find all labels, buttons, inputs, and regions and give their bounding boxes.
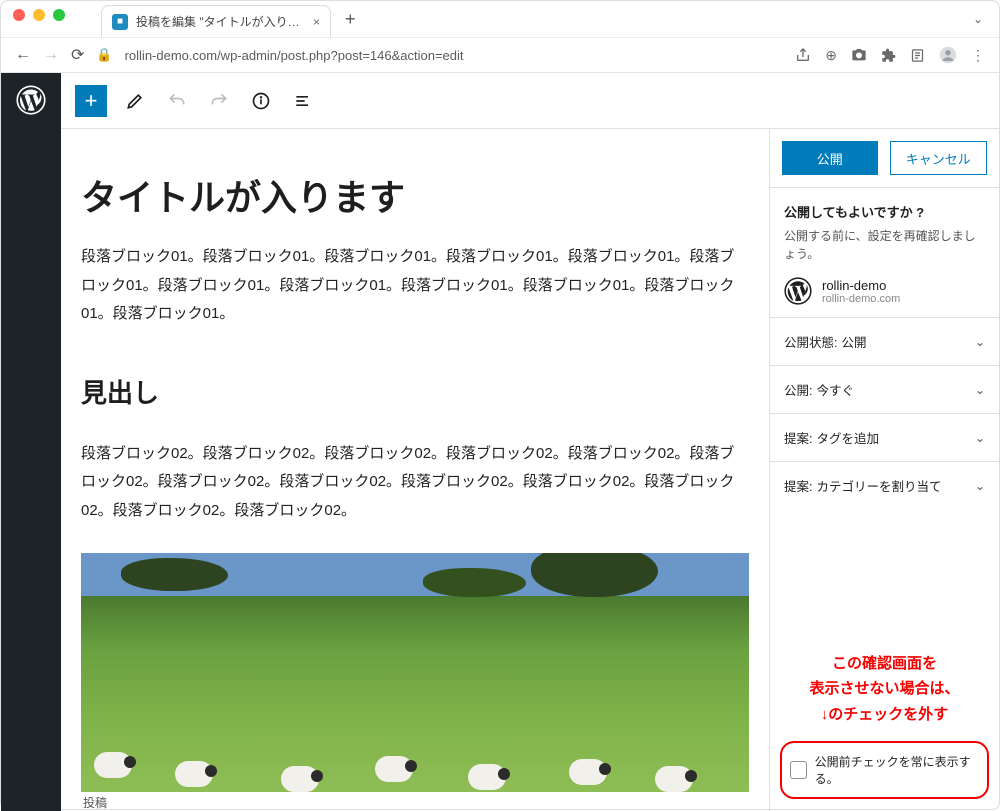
close-window-button[interactable] — [13, 9, 25, 21]
tab-title: 投稿を編集 "タイトルが入ります" — [136, 13, 305, 30]
site-wordpress-icon — [784, 277, 812, 305]
panel-row-categories[interactable]: 提案: カテゴリーを割り当て ⌄ — [770, 461, 999, 509]
publish-panel: 公開 キャンセル 公開してもよいですか ? 公開する前に、設定を再確認しましょう… — [769, 129, 999, 811]
panel-row-visibility[interactable]: 公開状態: 公開 ⌄ — [770, 317, 999, 365]
wordpress-logo-icon — [16, 85, 46, 115]
browser-tabbar: ■ 投稿を編集 "タイトルが入ります" × + ⌄ — [1, 1, 999, 37]
site-row: rollin-demo rollin-demo.com — [784, 277, 985, 305]
breadcrumb-footer[interactable]: 投稿 — [81, 792, 749, 811]
chevron-down-icon: ⌄ — [975, 335, 985, 349]
always-show-checkbox[interactable] — [790, 761, 807, 779]
chevron-down-icon: ⌄ — [975, 479, 985, 493]
toolbar-right: ⊕ ⋮ — [795, 46, 985, 64]
undo-button[interactable] — [163, 87, 191, 115]
tabs-menu-chevron-icon[interactable]: ⌄ — [973, 12, 991, 26]
nav-back-button[interactable]: ← — [15, 46, 31, 64]
always-show-checkbox-label: 公開前チェックを常に表示する。 — [815, 753, 979, 787]
add-bookmark-plus-icon[interactable]: ⊕ — [825, 46, 837, 64]
annotation-text: この確認画面を 表示させない場合は、 ↓のチェックを外す — [770, 651, 999, 728]
publish-question: 公開してもよいですか ? — [784, 202, 985, 221]
site-url: rollin-demo.com — [822, 293, 900, 305]
site-name: rollin-demo — [822, 278, 900, 293]
panel-row-schedule[interactable]: 公開: 今すぐ ⌄ — [770, 365, 999, 413]
always-show-check-row: 公開前チェックを常に表示する。 — [780, 741, 989, 799]
panel-row-tags[interactable]: 提案: タグを追加 ⌄ — [770, 413, 999, 461]
profile-avatar-icon[interactable] — [939, 46, 957, 64]
paragraph-block-1[interactable]: 段落ブロック01。段落ブロック01。段落ブロック01。段落ブロック01。段落ブロ… — [81, 243, 749, 329]
camera-icon[interactable] — [851, 46, 867, 64]
outline-icon[interactable] — [289, 87, 317, 115]
nav-reload-button[interactable]: ⟳ — [71, 45, 84, 65]
maximize-window-button[interactable] — [53, 9, 65, 21]
extensions-icon[interactable] — [881, 46, 896, 64]
cancel-button[interactable]: キャンセル — [890, 141, 988, 175]
redo-button[interactable] — [205, 87, 233, 115]
post-title[interactable]: タイトルが入ります — [81, 169, 749, 221]
publish-panel-header: 公開 キャンセル — [770, 129, 999, 188]
reading-list-icon[interactable] — [910, 46, 925, 64]
heading-block[interactable]: 見出し — [81, 373, 749, 410]
app-content: + タイトルが入ります 段落ブロック01。段落ブロック01。段落ブロック01。段… — [1, 73, 999, 811]
nav-forward-button[interactable]: → — [43, 46, 59, 64]
editor-main: タイトルが入ります 段落ブロック01。段落ブロック01。段落ブロック01。段落ブ… — [61, 129, 999, 811]
url-field[interactable]: rollin-demo.com/wp-admin/post.php?post=1… — [125, 48, 784, 63]
wp-admin-rail[interactable] — [1, 73, 61, 811]
edit-mode-icon[interactable] — [121, 87, 149, 115]
publish-panel-body: 公開してもよいですか ? 公開する前に、設定を再確認しましょう。 rollin-… — [770, 188, 999, 317]
minimize-window-button[interactable] — [33, 9, 45, 21]
add-block-button[interactable]: + — [75, 85, 107, 117]
browser-tab[interactable]: ■ 投稿を編集 "タイトルが入ります" × — [101, 5, 331, 37]
lock-icon: 🔒 — [96, 47, 112, 63]
close-tab-icon[interactable]: × — [313, 15, 320, 29]
paragraph-block-2[interactable]: 段落ブロック02。段落ブロック02。段落ブロック02。段落ブロック02。段落ブロ… — [81, 440, 749, 526]
publish-hint: 公開する前に、設定を再確認しましょう。 — [784, 227, 985, 263]
publish-button[interactable]: 公開 — [782, 141, 878, 175]
chevron-down-icon: ⌄ — [975, 431, 985, 445]
editor-wrap: + タイトルが入ります 段落ブロック01。段落ブロック01。段落ブロック01。段… — [61, 73, 999, 811]
traffic-lights — [13, 9, 65, 21]
info-icon[interactable] — [247, 87, 275, 115]
browser-address-bar: ← → ⟳ 🔒 rollin-demo.com/wp-admin/post.ph… — [1, 37, 999, 73]
editor-canvas[interactable]: タイトルが入ります 段落ブロック01。段落ブロック01。段落ブロック01。段落ブ… — [61, 129, 769, 811]
kebab-menu-icon[interactable]: ⋮ — [971, 46, 985, 64]
new-tab-button[interactable]: + — [345, 9, 356, 30]
image-block[interactable] — [81, 553, 749, 792]
share-icon[interactable] — [795, 46, 811, 64]
wordpress-favicon: ■ — [112, 14, 128, 30]
editor-toolbar: + — [61, 73, 999, 129]
chevron-down-icon: ⌄ — [975, 383, 985, 397]
